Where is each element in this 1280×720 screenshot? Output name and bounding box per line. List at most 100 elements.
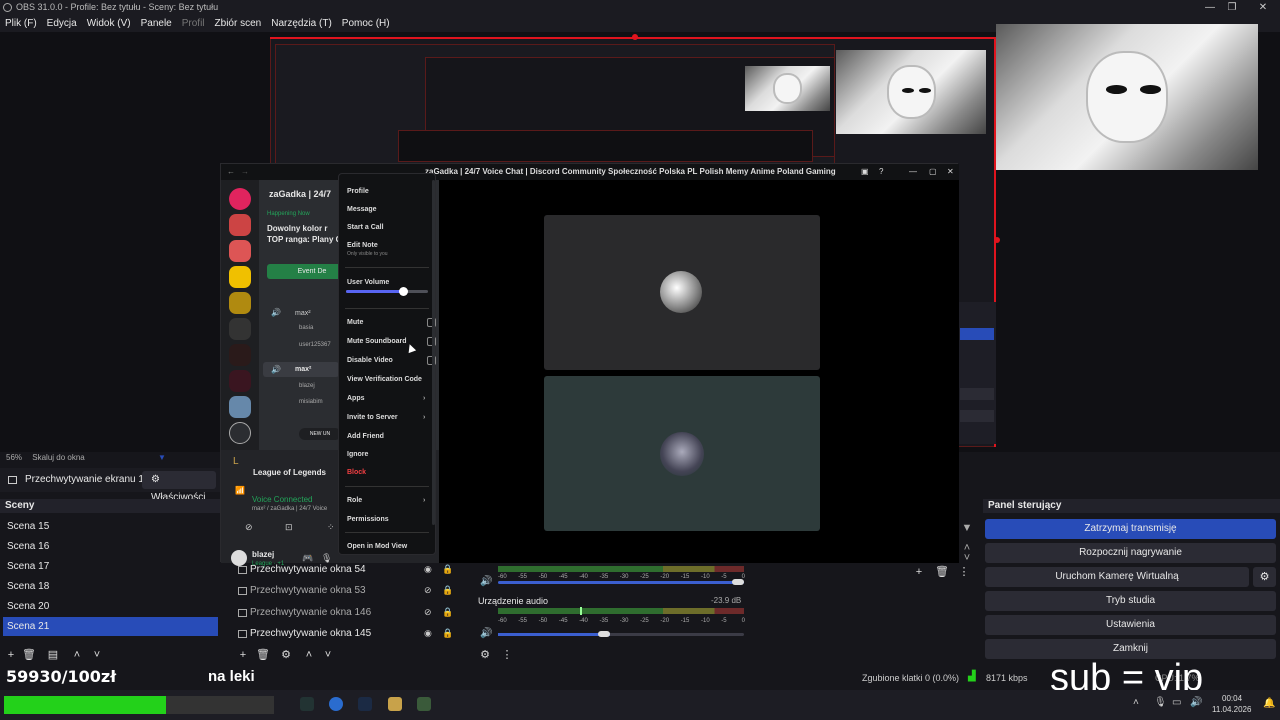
voice-user[interactable]: max² [295,310,311,317]
menu-item[interactable]: Narzędzia (T) [266,15,337,32]
lock-icon[interactable]: 🔒 [442,586,453,595]
context-menu-item[interactable]: Message [347,206,431,213]
riot-taskbar-icon[interactable] [388,697,402,711]
menu-item[interactable]: Edycja [42,15,82,32]
move-up-icon[interactable]: ˄ [70,648,84,662]
menu-item[interactable]: Profil [177,15,210,32]
move-down-icon[interactable]: ˅ [321,648,335,662]
server-icon[interactable] [229,318,251,340]
help-icon[interactable]: ? [879,164,883,180]
properties-button[interactable]: ⚙ Właściwości [142,471,216,503]
trash-icon[interactable]: 🗑 [935,565,949,579]
server-icon[interactable] [229,240,251,262]
menu-item[interactable]: Zbiór scen [210,15,267,32]
scene-item[interactable]: Scena 17 [3,557,218,576]
control-button[interactable]: Ustawienia [985,615,1276,635]
mixer-settings-icon[interactable]: ⚙ [478,648,492,662]
context-menu-item[interactable]: Profile [347,188,431,195]
app-taskbar-icon[interactable] [417,697,431,711]
add-source-icon[interactable]: + [236,648,250,662]
voice-user[interactable]: max² [295,366,311,373]
clock-date[interactable]: 11.04.2026 [1212,705,1251,714]
scene-item[interactable]: Scena 21 [3,617,218,636]
maximize-icon[interactable]: ▢ [929,164,937,180]
speaker-icon[interactable]: 🔊 [480,628,492,639]
scene-item[interactable]: Scena 20 [3,597,218,616]
league-taskbar-icon[interactable] [358,697,372,711]
context-menu-item[interactable]: Role › [347,497,431,504]
eye-off-icon[interactable]: ⊘ [424,607,433,617]
server-icon[interactable] [229,422,251,444]
control-button[interactable]: Rozpocznij nagrywanie [985,543,1276,563]
source-row[interactable]: Przechwytywanie okna 146 ⊘ 🔒 [234,603,464,623]
back-arrow-icon[interactable]: ← [227,164,235,180]
filter-icon[interactable]: ▤ [46,648,60,662]
eye-off-icon[interactable]: ⊘ [424,586,433,595]
control-button[interactable]: Zamknij [985,639,1276,659]
context-menu-item[interactable]: Disable Video [347,356,436,365]
gear-icon[interactable]: ⚙ [279,648,293,662]
clock-time[interactable]: 00:04 [1222,694,1242,703]
context-menu-item[interactable]: User Volume [347,279,431,286]
activities-icon[interactable]: ⁘ [327,522,335,533]
gear-icon[interactable]: ⚙ [1253,567,1276,587]
context-menu-item[interactable]: Block [347,469,431,476]
trash-icon[interactable]: 🗑 [256,648,270,662]
eye-icon[interactable]: ◉ [424,628,433,638]
voice-channel-path[interactable]: max² / zaGadka | 24/7 Voice [252,506,327,512]
context-menu-item[interactable]: Ignore [347,451,431,458]
menu-item[interactable]: Pomoc (H) [337,15,395,32]
control-button[interactable]: Tryb studia [985,591,1276,611]
network-icon[interactable]: ▭ [1172,697,1181,708]
server-icon[interactable] [229,214,251,236]
source-row[interactable]: Przechwytywanie okna 53 ⊘ 🔒 [234,581,464,601]
close-icon[interactable]: ✕ [1248,0,1278,15]
participant-tile[interactable] [544,376,820,531]
server-icon[interactable] [229,344,251,366]
mic-icon[interactable]: 🎙 [321,553,332,564]
zoom-mode[interactable]: Skaluj do okna [32,453,84,462]
server-icon[interactable] [229,266,251,288]
browser-taskbar-icon[interactable] [329,697,343,711]
add-scene-icon[interactable]: + [4,648,18,662]
context-menu-item[interactable]: Start a Call [347,224,431,231]
selection-handle[interactable] [994,237,1000,243]
server-icon[interactable] [229,370,251,392]
tray-chevron-icon[interactable]: ˄ [1133,697,1139,708]
context-menu-item[interactable]: Edit Note Only visible to you [347,242,431,257]
video-off-icon[interactable]: ⊘ [245,522,253,533]
obs-taskbar-icon[interactable] [300,697,314,711]
context-menu-item[interactable]: Open in Mod View [347,543,431,550]
controller-icon[interactable]: 🎮 [302,553,313,564]
scrollbar[interactable] [432,180,435,525]
voice-user[interactable]: basia [299,325,313,331]
speaker-icon[interactable]: 🔊 [480,576,492,587]
menu-item[interactable]: Widok (V) [82,15,136,32]
more-icon[interactable]: ⋮ [957,565,971,579]
maximize-icon[interactable]: ❐ [1217,0,1247,15]
context-menu-item[interactable]: Add Friend [347,433,431,440]
close-icon[interactable]: ✕ [947,164,954,180]
notification-icon[interactable]: 🔔 [1263,698,1275,709]
menu-item[interactable]: Panele [136,15,177,32]
voice-user[interactable]: user125367 [299,342,331,348]
context-menu-item[interactable]: Invite to Server › [347,414,431,421]
control-button[interactable]: Zatrzymaj transmisję [985,519,1276,539]
trash-icon[interactable]: 🗑 [22,648,36,662]
scene-item[interactable]: Scena 15 [3,517,218,536]
scene-item[interactable]: Scena 16 [3,537,218,556]
user-volume-slider[interactable] [346,287,428,296]
volume-icon[interactable]: 🔊 [1190,697,1202,708]
participant-tile[interactable] [544,215,820,370]
chevron-down-icon[interactable]: ▼ [158,452,166,464]
server-icon[interactable] [229,396,251,418]
volume-slider[interactable] [498,631,744,637]
menu-item[interactable]: Plik (F) [0,15,42,32]
eye-icon[interactable]: ◉ [424,565,433,574]
context-menu-item[interactable]: Permissions [347,516,431,523]
minimize-icon[interactable]: — [909,164,917,180]
control-button[interactable]: Uruchom Kamerę Wirtualną [985,567,1249,587]
volume-slider[interactable] [498,579,744,585]
discord-window[interactable]: ← → zaGadka | 24/7 Voice Chat | Discord … [220,163,959,567]
server-icon[interactable] [229,292,251,314]
